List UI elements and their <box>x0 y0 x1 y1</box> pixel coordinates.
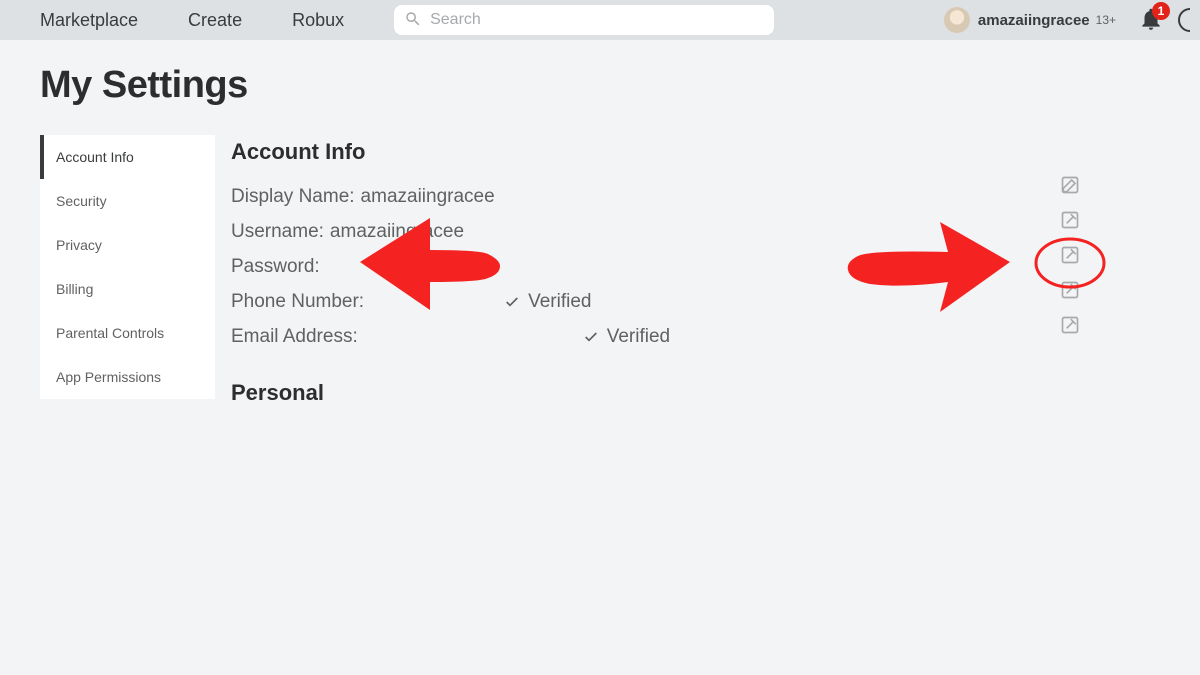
sidebar-item-label: Billing <box>56 281 93 297</box>
edit-phone-icon[interactable] <box>1060 280 1080 300</box>
field-display-name: Display Name: amazaiingracee <box>231 179 1200 214</box>
sidebar-item-billing[interactable]: Billing <box>40 267 215 311</box>
check-icon <box>583 329 599 345</box>
section-heading-account-info: Account Info <box>231 135 1200 165</box>
edit-display-name-icon[interactable] <box>1060 175 1080 195</box>
sidebar-item-parental-controls[interactable]: Parental Controls <box>40 311 215 355</box>
check-icon <box>504 294 520 310</box>
sidebar-item-label: Privacy <box>56 237 102 253</box>
field-label: Phone Number: <box>231 291 364 313</box>
settings-page: My Settings Account Info Security Privac… <box>0 40 1200 420</box>
nav-robux[interactable]: Robux <box>292 10 344 31</box>
sidebar-item-account-info[interactable]: Account Info <box>40 135 215 179</box>
settings-main: Account Info Display Name: amazaiingrace… <box>215 135 1200 420</box>
edit-password-icon[interactable] <box>1060 245 1080 265</box>
settings-sidebar: Account Info Security Privacy Billing Pa… <box>40 135 215 399</box>
robux-partial-icon[interactable] <box>1176 5 1190 35</box>
notifications-badge: 1 <box>1152 2 1170 20</box>
username-display[interactable]: amazaiingracee <box>978 12 1090 29</box>
age-badge: 13+ <box>1096 13 1116 27</box>
field-label: Username: <box>231 221 324 243</box>
field-value: amazaiingracee <box>361 186 495 208</box>
verified-badge: Verified <box>583 326 670 348</box>
sidebar-item-privacy[interactable]: Privacy <box>40 223 215 267</box>
field-label: Email Address: <box>231 326 358 348</box>
verified-badge: Verified <box>504 291 591 313</box>
edit-username-icon[interactable] <box>1060 210 1080 230</box>
verified-text: Verified <box>607 326 670 348</box>
section-heading-personal: Personal <box>231 376 1200 406</box>
field-phone: Phone Number: Verified <box>231 284 1200 319</box>
verified-text: Verified <box>528 291 591 313</box>
sidebar-item-label: Security <box>56 193 107 209</box>
field-password: Password: <box>231 249 1200 284</box>
search-input[interactable] <box>394 5 774 35</box>
sidebar-item-security[interactable]: Security <box>40 179 215 223</box>
field-email: Email Address: Verified <box>231 319 1200 354</box>
edit-icon-column <box>1060 175 1080 335</box>
field-username: Username: amazaiingracee <box>231 214 1200 249</box>
search-container <box>394 5 774 35</box>
field-value: amazaiingracee <box>330 221 464 243</box>
sidebar-item-app-permissions[interactable]: App Permissions <box>40 355 215 399</box>
top-nav: Marketplace Create Robux amazaiingracee … <box>0 0 1200 40</box>
field-label: Password: <box>231 256 320 278</box>
field-label: Display Name: <box>231 186 355 208</box>
sidebar-item-label: App Permissions <box>56 369 161 385</box>
page-title: My Settings <box>40 64 1200 107</box>
edit-email-icon[interactable] <box>1060 315 1080 335</box>
avatar[interactable] <box>944 7 970 33</box>
notifications-button[interactable]: 1 <box>1138 6 1166 34</box>
nav-create[interactable]: Create <box>188 10 242 31</box>
nav-marketplace[interactable]: Marketplace <box>40 10 138 31</box>
sidebar-item-label: Parental Controls <box>56 325 164 341</box>
sidebar-item-label: Account Info <box>56 149 134 165</box>
search-icon <box>404 10 422 28</box>
